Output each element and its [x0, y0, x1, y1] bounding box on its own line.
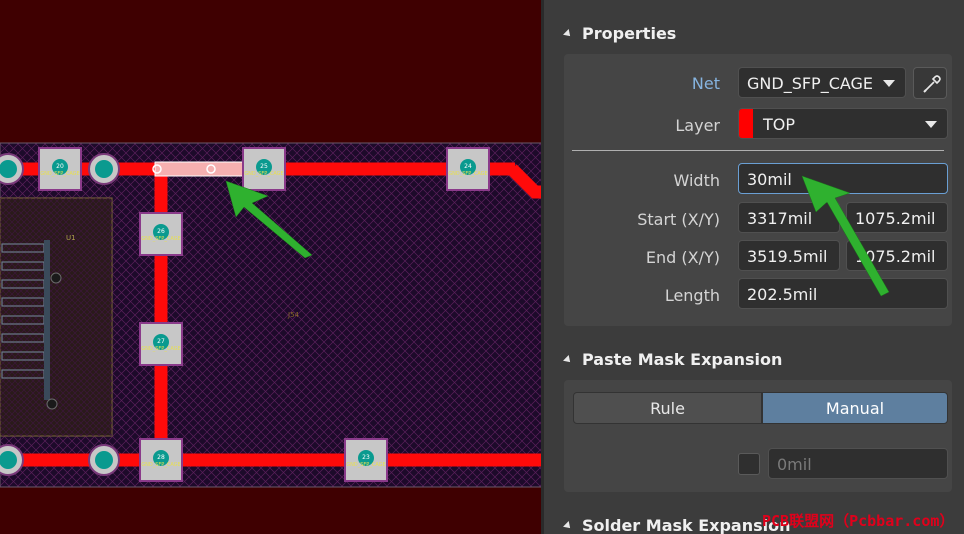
pad-number: 23 [362, 454, 370, 461]
pad-net: GND_SFP_CAGE [141, 236, 180, 242]
annotation-arrow-icon [801, 175, 890, 297]
pad-number: 27 [157, 338, 165, 345]
pad-number: 20 [56, 163, 64, 170]
pad-number: 24 [464, 163, 472, 170]
pad-number: 26 [157, 228, 165, 235]
pad-net: GND_SFP_CAGE [448, 171, 487, 177]
pad[interactable]: 25 GND_SFP_CAGE [242, 147, 286, 191]
pad-net: GND_SFP_CAGE [40, 171, 79, 177]
pad-number: 25 [260, 163, 268, 170]
pad-number: 28 [157, 454, 165, 461]
pad[interactable]: 23 GND_SFP_CAGE [344, 438, 388, 482]
properties-panel: Properties Net GND_SFP_CAGE Layer TOP Wi… [544, 0, 964, 534]
pad-net: GND_SFP_CAGE [141, 462, 180, 468]
pad[interactable]: 24 GND_SFP_CAGE [446, 147, 490, 191]
pad[interactable]: 28 GND_SFP_CAGE [139, 438, 183, 482]
watermark: PCB联盟网（Pcbbar.com） [762, 512, 955, 530]
pad[interactable]: 26 GND_SFP_CAGE [139, 212, 183, 256]
via [0, 444, 24, 476]
pad-net: GND_SFP_CAGE [346, 462, 385, 468]
mounting-hole [50, 272, 62, 284]
pad-net: GND_SFP_CAGE [244, 171, 283, 177]
pcb-canvas[interactable]: U1 J54 20 GND_SFP_CAGE 25 GND_SFP_CAGE 2… [0, 0, 543, 534]
via [88, 153, 120, 185]
ref-designator-u1: U1 [66, 234, 76, 242]
designator-label: J54 [287, 311, 300, 319]
pcb-drawing[interactable]: U1 J54 20 GND_SFP_CAGE 25 GND_SFP_CAGE 2… [0, 0, 543, 534]
pad[interactable]: 20 GND_SFP_CAGE [38, 147, 82, 191]
pad[interactable]: 27 GND_SFP_CAGE [139, 322, 183, 366]
via [88, 444, 120, 476]
pad-net: GND_SFP_CAGE [141, 346, 180, 352]
via [0, 153, 24, 185]
